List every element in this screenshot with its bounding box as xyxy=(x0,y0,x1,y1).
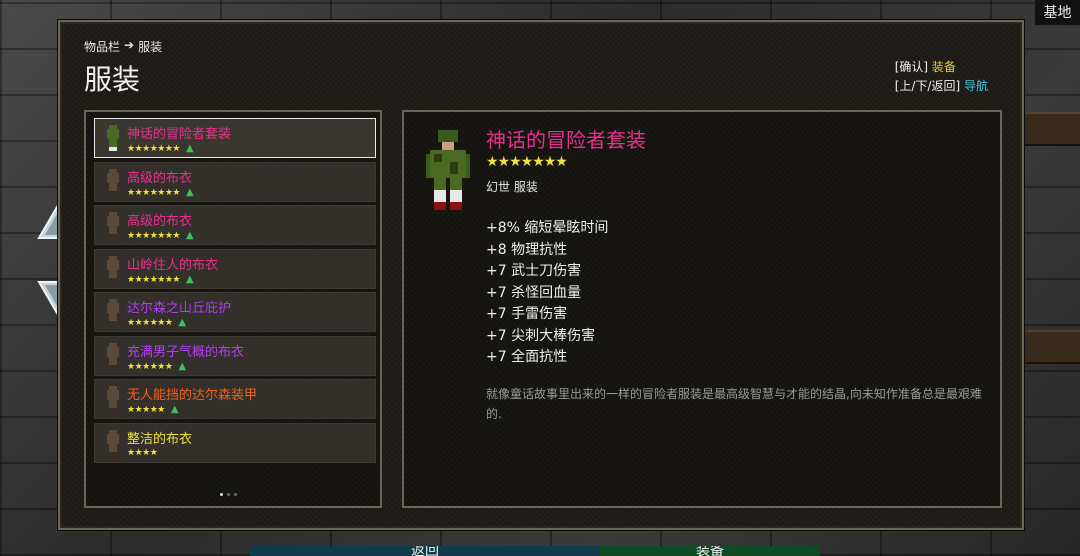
page-dot xyxy=(234,493,237,496)
item-row-name: 充满男子气概的布衣 xyxy=(127,344,245,360)
outfit-sprite-icon xyxy=(107,386,119,412)
hint-action: 导航 xyxy=(963,79,988,93)
item-row[interactable]: 达尔森之山丘庇护 ★★★★★★ ▲ xyxy=(94,292,376,332)
stat-line: +7 手雷伤害 xyxy=(486,306,568,322)
item-row-stars: ★★★★★★★ ▲ xyxy=(127,273,194,285)
page-title: 服装 xyxy=(84,63,141,96)
item-row-name: 高级的布衣 xyxy=(127,170,193,186)
outfit-sprite-icon xyxy=(107,168,119,195)
item-row-name: 整洁的布衣 xyxy=(127,431,193,447)
outfit-sprite-icon xyxy=(107,342,119,369)
hint-action: 装备 xyxy=(931,60,956,74)
rarity-stars: ★★★★★★ xyxy=(127,318,173,328)
upgrade-arrow-icon: ▲ xyxy=(185,230,194,241)
breadcrumb: 物品栏 ➔ 服装 xyxy=(84,38,162,55)
item-row-name: 高级的布衣 xyxy=(127,214,193,229)
outfit-sprite-icon xyxy=(426,130,470,210)
base-button[interactable]: 基地 xyxy=(1034,0,1080,26)
breadcrumb-current: 服装 xyxy=(138,40,163,54)
wall-beam xyxy=(1024,330,1080,364)
item-row[interactable]: 高级的布衣 ★★★★★★★ ▲ xyxy=(94,205,376,245)
stat-line: +7 杀怪回血量 xyxy=(486,284,582,301)
item-name: 神话的冒险者套装 xyxy=(486,128,646,152)
item-row-name: 神话的冒险者套装 xyxy=(127,127,232,142)
item-row-name: 无人能挡的达尔森装甲 xyxy=(127,388,258,403)
item-row-stars: ★★★★★★★ ▲ xyxy=(127,186,194,198)
hint-navigate: [上/下/返回] 导航 xyxy=(895,77,988,96)
item-row-stars: ★★★★★ ▲ xyxy=(127,404,179,415)
rarity-stars: ★★★★★ xyxy=(127,405,165,415)
wall-beam xyxy=(1024,112,1080,146)
outfit-sprite-icon xyxy=(107,255,119,282)
control-hints: [确认] 装备 [上/下/返回] 导航 xyxy=(895,58,988,96)
item-detail-panel: 神话的冒险者套装 ★★★★★★★ 幻世 服装 +8% 缩短晕眩时间 +8 物理抗… xyxy=(402,110,1002,508)
item-stats: +8% 缩短晕眩时间 +8 物理抗性 +7 武士刀伤害 +7 杀怪回血量 +7 … xyxy=(486,218,608,369)
item-row[interactable]: 充满男子气概的布衣 ★★★★★★ ▲ xyxy=(94,335,376,376)
item-description: 就像童话故事里出来的一样的冒险者服装是最高级智慧与才能的结晶,向未知作准备总是最… xyxy=(486,387,982,421)
item-row-name: 达尔森之山丘庇护 xyxy=(127,301,232,316)
hint-key: [确认] xyxy=(894,60,929,74)
equip-tab[interactable]: 装备 xyxy=(600,546,820,556)
item-rarity-stars: ★★★★★★★ xyxy=(486,154,568,170)
outfit-sprite-icon xyxy=(107,125,119,151)
item-list: 神话的冒险者套装 ★★★★★★★ ▲ 高级的布衣 ★★★★★★★ ▲ 高级的布衣 ★★★★★★… xyxy=(84,110,382,508)
page-dot xyxy=(227,493,230,496)
item-row[interactable]: 山岭住人的布衣 ★★★★★★★ ▲ xyxy=(94,248,376,289)
outfit-sprite-icon xyxy=(107,429,119,456)
outfit-sprite-icon xyxy=(107,299,119,325)
page-dot xyxy=(220,493,223,496)
item-row[interactable]: 高级的布衣 ★★★★★★★ ▲ xyxy=(94,161,376,202)
stat-line: +7 武士刀伤害 xyxy=(486,263,582,279)
item-row-name: 山岭住人的布衣 xyxy=(127,257,219,273)
hint-confirm: [确认] 装备 xyxy=(895,58,988,77)
breadcrumb-parent[interactable]: 物品栏 xyxy=(84,38,120,55)
stat-line: +8 物理抗性 xyxy=(486,241,568,258)
inventory-panel: 物品栏 ➔ 服装 服装 [确认] 装备 [上/下/返回] 导航 神话的冒险者套装… xyxy=(58,20,1024,530)
rarity-stars: ★★★★★★★ xyxy=(127,187,180,198)
item-row-stars: ★★★★★★★ ▲ xyxy=(127,230,194,241)
item-row-stars: ★★★★★★★ ▲ xyxy=(127,143,194,154)
breadcrumb-arrow-icon: ➔ xyxy=(124,38,135,52)
upgrade-arrow-icon: ▲ xyxy=(170,404,179,415)
stat-line: +8% 缩短晕眩时间 xyxy=(486,220,609,236)
upgrade-arrow-icon: ▲ xyxy=(178,317,186,328)
upgrade-arrow-icon: ▲ xyxy=(185,143,194,154)
upgrade-arrow-icon: ▲ xyxy=(178,360,186,372)
rarity-stars: ★★★★★★★ xyxy=(127,274,180,285)
rarity-stars: ★★★★ xyxy=(127,447,158,458)
item-row-stars: ★★★★★★ ▲ xyxy=(127,317,186,328)
page-indicator xyxy=(220,493,237,496)
item-row[interactable]: 整洁的布衣 ★★★★ xyxy=(94,422,376,463)
rarity-stars: ★★★★★★★ xyxy=(127,144,180,154)
item-row-stars: ★★★★ xyxy=(127,447,158,458)
rarity-stars: ★★★★★★ xyxy=(127,361,173,372)
item-row-stars: ★★★★★★ ▲ xyxy=(127,361,186,372)
stat-line: +7 尖刺大棒伤害 xyxy=(486,327,596,344)
item-type: 幻世 服装 xyxy=(486,180,538,194)
upgrade-arrow-icon: ▲ xyxy=(185,273,194,285)
outfit-sprite-icon xyxy=(107,212,119,238)
rarity-stars: ★★★★★★★ xyxy=(127,231,180,241)
back-tab[interactable]: 返回 xyxy=(250,546,600,556)
hint-key: [上/下/返回] xyxy=(894,79,961,93)
upgrade-arrow-icon: ▲ xyxy=(185,186,194,198)
item-row[interactable]: 神话的冒险者套装 ★★★★★★★ ▲ xyxy=(94,118,376,158)
stat-line: +7 全面抗性 xyxy=(486,349,568,365)
item-row[interactable]: 无人能挡的达尔森装甲 ★★★★★ ▲ xyxy=(94,379,376,419)
